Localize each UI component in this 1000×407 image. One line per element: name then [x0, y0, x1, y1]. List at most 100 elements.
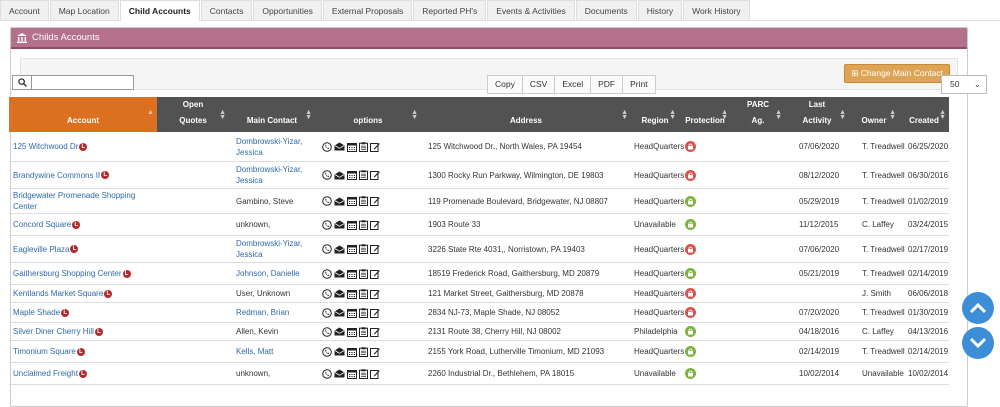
main-contact-link[interactable]: Dombrowski-Yizar, Jessica: [236, 136, 316, 158]
clipboard-icon[interactable]: [359, 141, 368, 152]
clipboard-icon[interactable]: [359, 219, 368, 230]
envelope-icon[interactable]: [334, 171, 345, 180]
column-header-parc[interactable]: PARC Ag. ▲ ▼: [731, 97, 785, 132]
account-link[interactable]: 125 Witchwood Dr L: [13, 142, 88, 151]
tab-events-activities[interactable]: Events & Activities: [487, 0, 575, 20]
phone-icon[interactable]: [322, 219, 332, 230]
scroll-down-button[interactable]: [962, 327, 994, 359]
tab-contacts[interactable]: Contacts: [200, 0, 253, 20]
calendar-icon[interactable]: [347, 327, 357, 337]
clipboard-icon[interactable]: [359, 244, 368, 254]
main-contact-link[interactable]: Dombrowski-Yizar, Jessica: [236, 238, 316, 260]
scroll-up-button[interactable]: [962, 292, 994, 324]
account-link[interactable]: Concord Square L: [13, 220, 81, 229]
tab-account[interactable]: Account: [0, 0, 49, 20]
clipboard-icon[interactable]: [359, 288, 368, 299]
column-header-main-contact[interactable]: Main Contact ▲ ▼: [229, 97, 315, 132]
edit-icon[interactable]: [370, 308, 380, 318]
clipboard-icon[interactable]: [359, 326, 368, 337]
envelope-icon[interactable]: [334, 269, 345, 278]
search-icon[interactable]: [12, 75, 32, 90]
envelope-icon[interactable]: [334, 308, 345, 317]
change-main-contact-button[interactable]: ⊞ Change Main Contact: [844, 64, 950, 83]
calendar-icon[interactable]: [347, 308, 357, 318]
phone-icon[interactable]: [322, 141, 332, 152]
export-copy-button[interactable]: Copy: [487, 75, 523, 94]
calendar-icon[interactable]: [347, 369, 357, 379]
envelope-icon[interactable]: [334, 220, 345, 229]
phone-icon[interactable]: [322, 288, 332, 299]
calendar-icon[interactable]: [347, 170, 357, 180]
envelope-icon[interactable]: [334, 142, 345, 151]
edit-icon[interactable]: [370, 170, 380, 180]
calendar-icon[interactable]: [347, 244, 357, 254]
edit-icon[interactable]: [370, 327, 380, 337]
column-header-address[interactable]: Address ▲ ▼: [421, 97, 631, 132]
main-contact-link[interactable]: Redman, Brian: [236, 307, 289, 318]
clipboard-icon[interactable]: [359, 170, 368, 180]
envelope-icon[interactable]: [334, 289, 345, 298]
calendar-icon[interactable]: [347, 269, 357, 279]
column-header-options[interactable]: options ▲ ▼: [315, 97, 421, 132]
tab-work-history[interactable]: Work History: [683, 0, 750, 20]
phone-icon[interactable]: [322, 268, 332, 279]
column-header-created[interactable]: Created ▲ ▼: [899, 97, 949, 132]
clipboard-icon[interactable]: [359, 346, 368, 357]
account-link[interactable]: Maple Shade L: [13, 308, 70, 317]
clipboard-icon[interactable]: [359, 368, 368, 379]
phone-icon[interactable]: [322, 307, 332, 318]
page-size-select[interactable]: 50 ⌄: [941, 75, 987, 94]
clipboard-icon[interactable]: [359, 196, 368, 206]
account-link[interactable]: Brandywine Commons II L: [13, 171, 110, 180]
column-header-protection[interactable]: Protection ▲ ▼: [679, 97, 731, 132]
tab-opportunities[interactable]: Opportunities: [253, 0, 322, 20]
calendar-icon[interactable]: [347, 196, 357, 206]
export-print-button[interactable]: Print: [622, 75, 656, 94]
envelope-icon[interactable]: [334, 347, 345, 356]
phone-icon[interactable]: [322, 196, 332, 206]
account-link[interactable]: Gaithersburg Shopping Center L: [13, 269, 131, 278]
tab-documents[interactable]: Documents: [575, 0, 637, 20]
calendar-icon[interactable]: [347, 142, 357, 152]
main-contact-link[interactable]: Kells, Matt: [236, 346, 273, 357]
envelope-icon[interactable]: [334, 245, 345, 254]
column-header-owner[interactable]: Owner ▲ ▼: [849, 97, 899, 132]
account-link[interactable]: Unclaimed Freight L: [13, 369, 87, 378]
export-pdf-button[interactable]: PDF: [590, 75, 624, 94]
phone-icon[interactable]: [322, 170, 332, 180]
phone-icon[interactable]: [322, 326, 332, 337]
tab-child-accounts[interactable]: Child Accounts: [119, 0, 200, 21]
edit-icon[interactable]: [370, 347, 380, 357]
phone-icon[interactable]: [322, 244, 332, 254]
edit-icon[interactable]: [370, 269, 380, 279]
main-contact-link[interactable]: Dombrowski-Yizar, Jessica: [236, 164, 316, 186]
main-contact-link[interactable]: Johnson, Danielle: [236, 268, 300, 279]
account-link[interactable]: Eagleville Plaza L: [13, 245, 79, 254]
edit-icon[interactable]: [370, 289, 380, 299]
edit-icon[interactable]: [370, 220, 380, 230]
search-input[interactable]: [32, 75, 134, 90]
clipboard-icon[interactable]: [359, 268, 368, 279]
column-header-account[interactable]: Account ▲: [9, 97, 157, 132]
account-link[interactable]: Bridgewater Promenade Shopping Center: [13, 190, 159, 212]
export-csv-button[interactable]: CSV: [521, 75, 556, 94]
calendar-icon[interactable]: [347, 347, 357, 357]
calendar-icon[interactable]: [347, 289, 357, 299]
edit-icon[interactable]: [370, 142, 380, 152]
clipboard-icon[interactable]: [359, 307, 368, 318]
column-header-region[interactable]: Region ▲ ▼: [631, 97, 679, 132]
tab-external-proposals[interactable]: External Proposals: [322, 0, 413, 20]
phone-icon[interactable]: [322, 368, 332, 379]
envelope-icon[interactable]: [334, 197, 345, 206]
tab-map-location[interactable]: Map Location: [49, 0, 119, 20]
account-link[interactable]: Silver Diner Cherry Hill L: [13, 327, 103, 336]
column-header-last-activity[interactable]: Last Activity ▲ ▼: [785, 97, 849, 132]
calendar-icon[interactable]: [347, 220, 357, 230]
tab-reported-ph-s[interactable]: Reported PH's: [413, 0, 487, 20]
column-header-open[interactable]: Open Quotes ▲ ▼: [157, 97, 229, 132]
envelope-icon[interactable]: [334, 327, 345, 336]
edit-icon[interactable]: [370, 196, 380, 206]
account-link[interactable]: Timonium Square L: [13, 347, 85, 356]
edit-icon[interactable]: [370, 369, 380, 379]
export-excel-button[interactable]: Excel: [554, 75, 592, 94]
